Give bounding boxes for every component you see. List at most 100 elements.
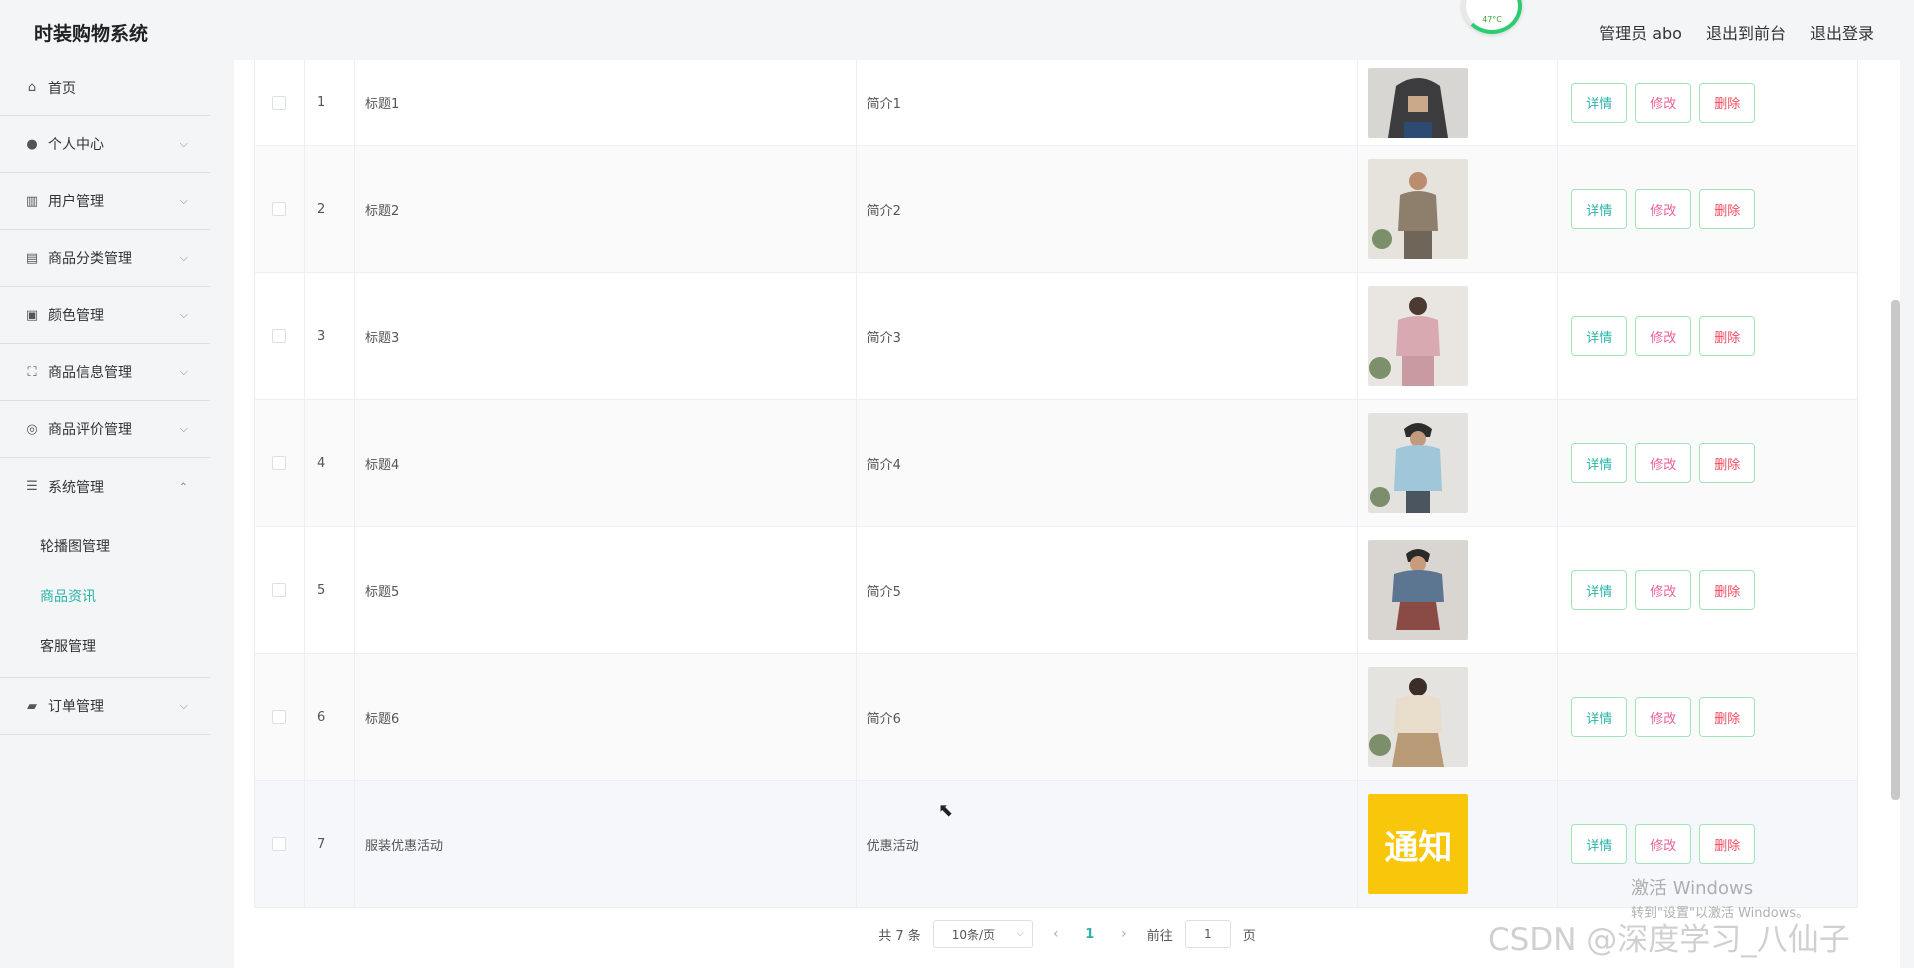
edit-button[interactable]: 修改	[1635, 697, 1692, 737]
chevron-down-icon: ⌵	[179, 365, 188, 378]
row-intro: 简介5	[857, 527, 1359, 653]
sidebar-item-personal-center[interactable]: ● 个人中心 ⌵	[0, 116, 210, 173]
goto-label: 前往	[1146, 928, 1173, 944]
row-actions: 详情 修改 删除	[1558, 60, 1858, 145]
pagination-total: 共 7 条	[878, 928, 921, 944]
sidebar-subitem-news[interactable]: 商品资讯	[0, 571, 210, 621]
row-checkbox-cell	[255, 146, 305, 272]
row-checkbox[interactable]	[272, 710, 287, 724]
exit-to-front-link[interactable]: 退出到前台	[1706, 20, 1786, 44]
delete-button[interactable]: 删除	[1699, 697, 1756, 737]
edit-button[interactable]: 修改	[1635, 82, 1692, 123]
row-checkbox[interactable]	[272, 95, 287, 110]
row-intro: 优惠活动	[857, 781, 1359, 907]
sidebar-item-product-info[interactable]: ⛶ 商品信息管理 ⌵	[0, 344, 210, 401]
prev-page-icon[interactable]: ‹	[1045, 926, 1067, 942]
goto-page-input[interactable]: 1	[1184, 920, 1231, 948]
system-submenu: 轮播图管理 商品资讯 客服管理	[0, 515, 210, 678]
watermark-line1: 激活 Windows	[1631, 878, 1754, 899]
row-checkbox[interactable]	[272, 583, 287, 597]
delete-button[interactable]: 删除	[1699, 570, 1756, 610]
news-table: 1 标题1 简介1 详情 修改 删除 2 标题2 简介2 详情 修改 删除 3 …	[254, 60, 1858, 908]
detail-button[interactable]: 详情	[1571, 824, 1628, 864]
ticket-icon: ▰	[27, 698, 37, 714]
vertical-scrollbar[interactable]	[1891, 300, 1900, 800]
chevron-down-icon: ⌵	[179, 194, 188, 207]
table-row: 7 服装优惠活动 优惠活动 通知 详情 修改 删除	[255, 781, 1858, 908]
row-checkbox[interactable]	[272, 456, 287, 470]
edit-button[interactable]: 修改	[1635, 570, 1692, 610]
delete-button[interactable]: 删除	[1699, 824, 1756, 864]
product-thumbnail[interactable]	[1368, 67, 1469, 138]
row-intro: 简介2	[857, 146, 1359, 272]
home-icon: ⌂	[27, 80, 37, 95]
sidebar-item-product-review[interactable]: ◎ 商品评价管理 ⌵	[0, 401, 210, 458]
table-row: 5 标题5 简介5 详情 修改 删除	[255, 527, 1858, 654]
logout-link[interactable]: 退出登录	[1810, 20, 1874, 44]
table-row: 4 标题4 简介4 详情 修改 删除	[255, 400, 1858, 527]
row-image-cell	[1358, 527, 1559, 653]
row-index: 2	[305, 146, 355, 272]
sidebar-subitem-carousel[interactable]: 轮播图管理	[0, 521, 210, 571]
detail-button[interactable]: 详情	[1571, 82, 1628, 123]
row-image-cell	[1358, 60, 1559, 145]
sidebar-item-label: 商品评价管理	[48, 422, 132, 438]
delete-button[interactable]: 删除	[1699, 443, 1756, 483]
notice-thumbnail[interactable]: 通知	[1368, 794, 1469, 894]
chevron-up-icon: ⌃	[178, 480, 188, 493]
product-thumbnail[interactable]	[1368, 413, 1469, 513]
table-row: 6 标题6 简介6 详情 修改 删除	[255, 654, 1858, 781]
temperature-readout: 47°C	[1482, 15, 1502, 24]
product-thumbnail[interactable]	[1368, 667, 1469, 767]
row-index: 4	[305, 400, 355, 526]
edit-button[interactable]: 修改	[1635, 316, 1692, 356]
admin-user-label[interactable]: 管理员 abo	[1599, 20, 1682, 44]
product-thumbnail[interactable]	[1368, 540, 1469, 640]
csdn-watermark: CSDN @深度学习_八仙子	[1488, 922, 1850, 958]
top-links: 管理员 abo 退出到前台 退出登录	[1599, 20, 1874, 44]
chevron-down-icon: ⌵	[179, 308, 188, 321]
detail-button[interactable]: 详情	[1571, 189, 1628, 229]
app-title: 时装购物系统	[34, 23, 149, 45]
row-index: 6	[305, 654, 355, 780]
delete-button[interactable]: 删除	[1699, 189, 1756, 229]
detail-button[interactable]: 详情	[1571, 570, 1628, 610]
row-index: 7	[305, 781, 355, 907]
product-thumbnail[interactable]	[1368, 159, 1469, 259]
sidebar-item-label: 首页	[48, 80, 76, 97]
row-intro: 简介6	[857, 654, 1359, 780]
row-intro: 简介1	[857, 60, 1359, 145]
row-title: 服装优惠活动	[355, 781, 857, 907]
edit-button[interactable]: 修改	[1635, 824, 1692, 864]
menu-icon: ☰	[26, 479, 38, 494]
sidebar-item-system-management[interactable]: ☰ 系统管理 ⌃	[0, 458, 210, 515]
sidebar-item-color-management[interactable]: ▣ 颜色管理 ⌵	[0, 287, 210, 344]
detail-button[interactable]: 详情	[1571, 316, 1628, 356]
sidebar-item-category-management[interactable]: ▤ 商品分类管理 ⌵	[0, 230, 210, 287]
detail-button[interactable]: 详情	[1571, 443, 1628, 483]
chevron-down-icon: ⌵	[179, 251, 188, 264]
sidebar-item-home[interactable]: ⌂ 首页	[0, 60, 210, 116]
detail-button[interactable]: 详情	[1571, 697, 1628, 737]
product-thumbnail[interactable]	[1368, 286, 1469, 386]
page-size-select[interactable]: 10条/页 ⌵	[932, 920, 1033, 948]
row-image-cell	[1358, 654, 1559, 780]
edit-button[interactable]: 修改	[1635, 189, 1692, 229]
delete-button[interactable]: 删除	[1699, 82, 1756, 123]
row-title: 标题5	[355, 527, 857, 653]
row-actions: 详情 修改 删除	[1558, 527, 1858, 653]
row-checkbox[interactable]	[272, 329, 287, 343]
sidebar-item-order-management[interactable]: ▰ 订单管理 ⌵	[0, 678, 210, 735]
sidebar-item-user-management[interactable]: ▥ 用户管理 ⌵	[0, 173, 210, 230]
next-page-icon[interactable]: ›	[1113, 926, 1135, 942]
row-checkbox[interactable]	[272, 202, 287, 216]
sidebar-item-label: 个人中心	[48, 137, 104, 153]
sidebar-subitem-customer-service[interactable]: 客服管理	[0, 621, 210, 671]
delete-button[interactable]: 删除	[1699, 316, 1756, 356]
row-checkbox-cell	[255, 527, 305, 653]
row-checkbox[interactable]	[272, 837, 287, 851]
current-page[interactable]: 1	[1079, 927, 1101, 942]
edit-button[interactable]: 修改	[1635, 443, 1692, 483]
temperature-gauge: 47°C	[1462, 0, 1522, 34]
sidebar-item-label: 系统管理	[48, 479, 104, 496]
